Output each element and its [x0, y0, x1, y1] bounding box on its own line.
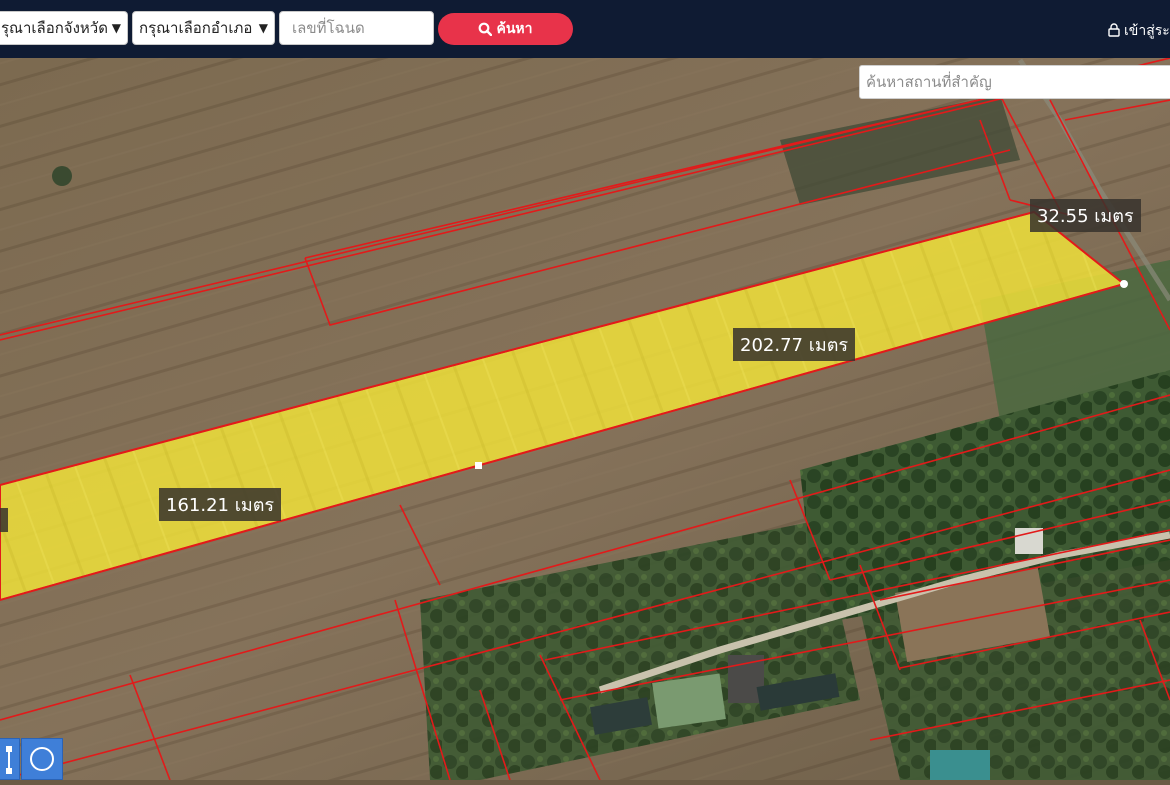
top-bar: รุณาเลือกจังหวัด ▼ กรุณาเลือกอำเภอ ▼ เลข… [0, 0, 1170, 58]
pond-1 [652, 673, 726, 729]
lock-icon [1108, 23, 1120, 37]
search-icon [479, 22, 493, 37]
place-search-input[interactable]: ค้นหาสถานที่สำคัญ [859, 65, 1170, 99]
draw-line-icon [6, 746, 12, 774]
measure-label-long: 202.77 เมตร [733, 328, 856, 361]
search-button-label: ค้นหา [496, 21, 533, 37]
draw-line-tool[interactable] [0, 738, 20, 780]
district-select-value: กรุณาเลือกอำเภอ [139, 19, 253, 37]
login-link[interactable]: เข้าสู่ระ [1108, 20, 1170, 42]
deed-number-input[interactable]: เลขที่โฉนด [279, 11, 434, 45]
draw-circle-tool[interactable] [21, 738, 63, 780]
satellite-map[interactable] [0, 58, 1170, 780]
midpoint-handle[interactable] [475, 462, 482, 469]
province-select[interactable]: รุณาเลือกจังหวัด ▼ [0, 11, 128, 45]
building-2 [930, 750, 990, 780]
tree [52, 166, 72, 186]
district-select[interactable]: กรุณาเลือกอำเภอ ▼ [132, 11, 275, 45]
province-select-value: รุณาเลือกจังหวัด [1, 19, 108, 37]
search-button[interactable]: ค้นหา [438, 13, 573, 45]
draw-circle-icon [30, 747, 54, 771]
building-3 [1015, 528, 1043, 554]
vertex-handle[interactable] [1120, 280, 1128, 288]
login-label: เข้าสู่ระ [1124, 23, 1170, 39]
measure-label-bottom: 161.21 เมตร [159, 488, 282, 521]
chevron-down-icon: ▼ [111, 21, 121, 35]
measure-label-top: 32.55 เมตร [1030, 199, 1141, 232]
measure-label-clipped [0, 508, 8, 532]
chevron-down-icon: ▼ [258, 21, 268, 35]
